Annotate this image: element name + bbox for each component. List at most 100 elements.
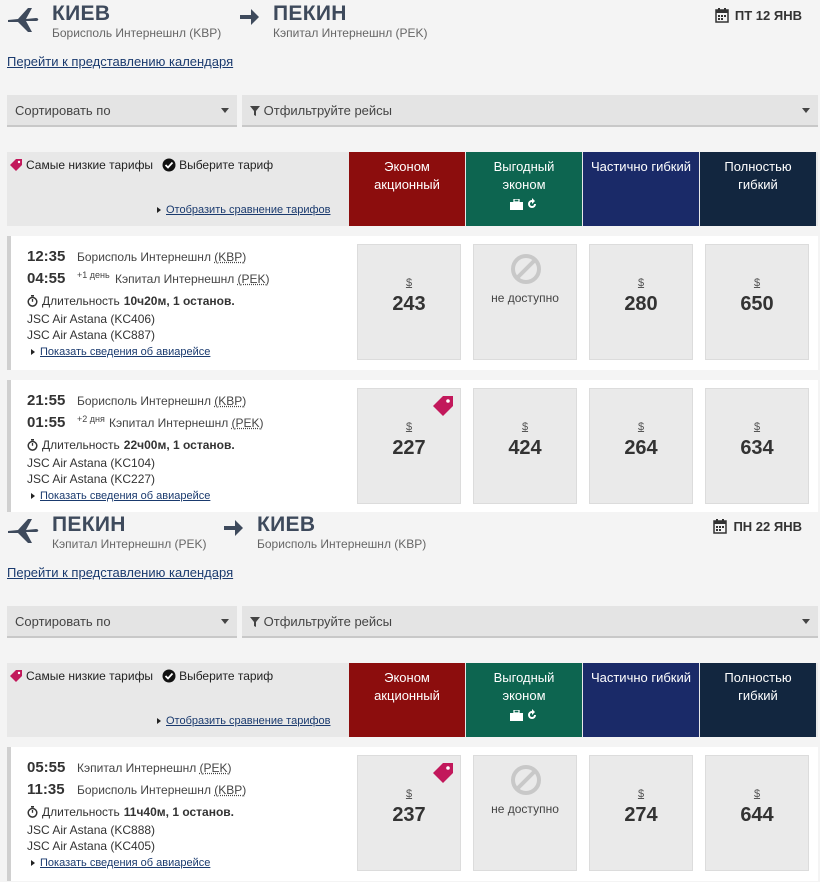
fare-cell-economy-value[interactable]: $ 424 [473,388,577,504]
filter-label: Отфильтруйте рейсы [263,103,393,118]
fare-currency: $ [637,421,645,433]
duration-value: 10ч20м, 1 останов. [123,294,235,308]
calendar-view-link[interactable]: Перейти к представлению календаря [7,54,233,69]
details-text: Показать сведения об авиарейсе [40,346,211,358]
airport-name: Кэпитал Интернешнл [77,761,197,775]
flight-details-link[interactable]: Показать сведения об авиарейсе [31,857,210,869]
destination-airport: Кэпитал Интернешнл (PEK) [273,26,428,40]
origin-airport: Борисполь Интернешнл (KBP) [52,26,222,40]
fare-cell-economy-promo[interactable]: $ 227 [357,388,461,504]
fare-price: 280 [624,293,658,315]
airport-name: Кэпитал Интернешнл [109,416,229,430]
fare-price: 644 [740,804,774,826]
compare-fares-text: Отобразить сравнение тарифов [166,204,331,216]
carrier-segment: JSC Air Astana (KC227) [27,472,156,486]
sort-dropdown[interactable]: Сортировать по [7,606,237,638]
column-full-flex: Полностью гибкий [700,663,816,737]
filter-dropdown[interactable]: Отфильтруйте рейсы [242,95,818,127]
bag-icon [509,709,523,721]
filter-label: Отфильтруйте рейсы [263,614,393,629]
departure-date: ПТ 12 ЯНВ [715,8,802,23]
refresh-icon [528,198,537,208]
fare-cell-economy-value: не доступно [473,755,577,871]
arrival-airport: Кэпитал Интернешнл (PEK) [109,416,264,430]
duration-label: Длительность [42,294,120,308]
date-label: ПТ 12 ЯНВ [734,8,802,23]
airport-name: Борисполь Интернешнл [77,783,211,797]
fare-cell-semi-flex[interactable]: $ 274 [589,755,693,871]
departure-time: 12:35 [27,248,66,265]
sort-label: Сортировать по [15,614,111,629]
fare-unavailable: не доступно [491,802,559,816]
sort-filter-bar: Сортировать по Отфильтруйте рейсы [7,606,818,638]
flight-row: 05:55 Кэпитал Интернешнл (PEK) 11:35 Бор… [7,747,818,881]
stopwatch-icon [27,295,38,307]
fare-cell-semi-flex[interactable]: $ 264 [589,388,693,504]
sort-label: Сортировать по [15,103,111,118]
sort-dropdown[interactable]: Сортировать по [7,95,237,127]
filter-dropdown[interactable]: Отфильтруйте рейсы [242,606,818,638]
origin-city: ПЕКИН [52,513,126,536]
triangle-right-icon [31,349,35,356]
carrier-segment: JSC Air Astana (KC888) [27,823,156,837]
fare-cell-semi-flex[interactable]: $ 280 [589,244,693,360]
destination-airport: Борисполь Интернешнл (KBP) [257,537,427,551]
fare-currency: $ [405,421,413,433]
fare-currency: $ [753,421,761,433]
compare-fares-link[interactable]: Отобразить сравнение тарифов [157,715,330,727]
fare-currency: $ [405,277,413,289]
fare-cell-full-flex[interactable]: $ 634 [705,388,809,504]
departure-time: 05:55 [27,759,66,776]
chevron-down-icon [221,619,229,624]
fare-cell-economy-promo[interactable]: $ 243 [357,244,461,360]
column-semi-flex: Частично гибкий [583,663,699,737]
destination-city: ПЕКИН [273,2,347,25]
airport-code: (PEK) [231,416,264,430]
column-economy-promo: Эконом акционный [349,152,465,226]
plane-icon [8,519,39,543]
flight-row: 21:55 Борисполь Интернешнл (KBP) 01:55 +… [7,380,818,512]
lowest-fare-tag-icon [433,763,453,783]
origin-city: КИЕВ [52,2,111,25]
flight-duration: Длительность 22ч00м, 1 останов. [27,438,235,452]
unavailable-icon [511,254,541,284]
arrival-time: 04:55 [27,270,66,287]
column-label: Эконом акционный [374,670,440,703]
compare-fares-link[interactable]: Отобразить сравнение тарифов [157,204,330,216]
fare-currency: $ [753,788,761,800]
lowest-fare-tag-icon [433,396,453,416]
select-fare-label: Выберите тариф [179,158,274,172]
column-label: Выгодный эконом [493,670,555,703]
destination-city: КИЕВ [257,513,316,536]
arrow-right-icon [224,520,243,536]
column-economy-promo: Эконом акционный [349,663,465,737]
column-label: Эконом акционный [374,159,440,192]
triangle-right-icon [31,493,35,500]
airport-code: (PEK) [199,761,232,775]
arrival-time: 11:35 [27,781,65,798]
fare-cell-economy-promo[interactable]: $ 237 [357,755,461,871]
duration-label: Длительность [42,805,120,819]
fare-header: Самые низкие тарифы Выберите тариф Отобр… [7,152,818,226]
route-header: ПЕКИН Кэпитал Интернешнл (PEK) КИЕВ Бори… [0,511,820,561]
check-circle-icon [162,158,176,172]
details-text: Показать сведения об авиарейсе [40,857,211,869]
triangle-right-icon [157,207,161,214]
fare-cell-full-flex[interactable]: $ 644 [705,755,809,871]
carrier-segment: JSC Air Astana (KC887) [27,328,156,342]
chevron-down-icon [802,619,810,624]
column-label: Выгодный эконом [493,159,555,192]
fare-cell-full-flex[interactable]: $ 650 [705,244,809,360]
triangle-right-icon [31,860,35,867]
flight-details-link[interactable]: Показать сведения об авиарейсе [31,346,210,358]
carrier-segment: JSC Air Astana (KC406) [27,312,156,326]
compare-fares-text: Отобразить сравнение тарифов [166,715,331,727]
flight-details-link[interactable]: Показать сведения об авиарейсе [31,490,210,502]
calendar-view-link[interactable]: Перейти к представлению календаря [7,565,233,580]
carrier-segment: JSC Air Astana (KC104) [27,456,156,470]
airport-code: (KBP) [214,250,247,264]
route-header: КИЕВ Борисполь Интернешнл (KBP) ПЕКИН Кэ… [0,0,820,50]
airport-name: Борисполь Интернешнл [77,250,211,264]
tag-icon [10,670,22,682]
fare-price: 227 [392,437,426,459]
